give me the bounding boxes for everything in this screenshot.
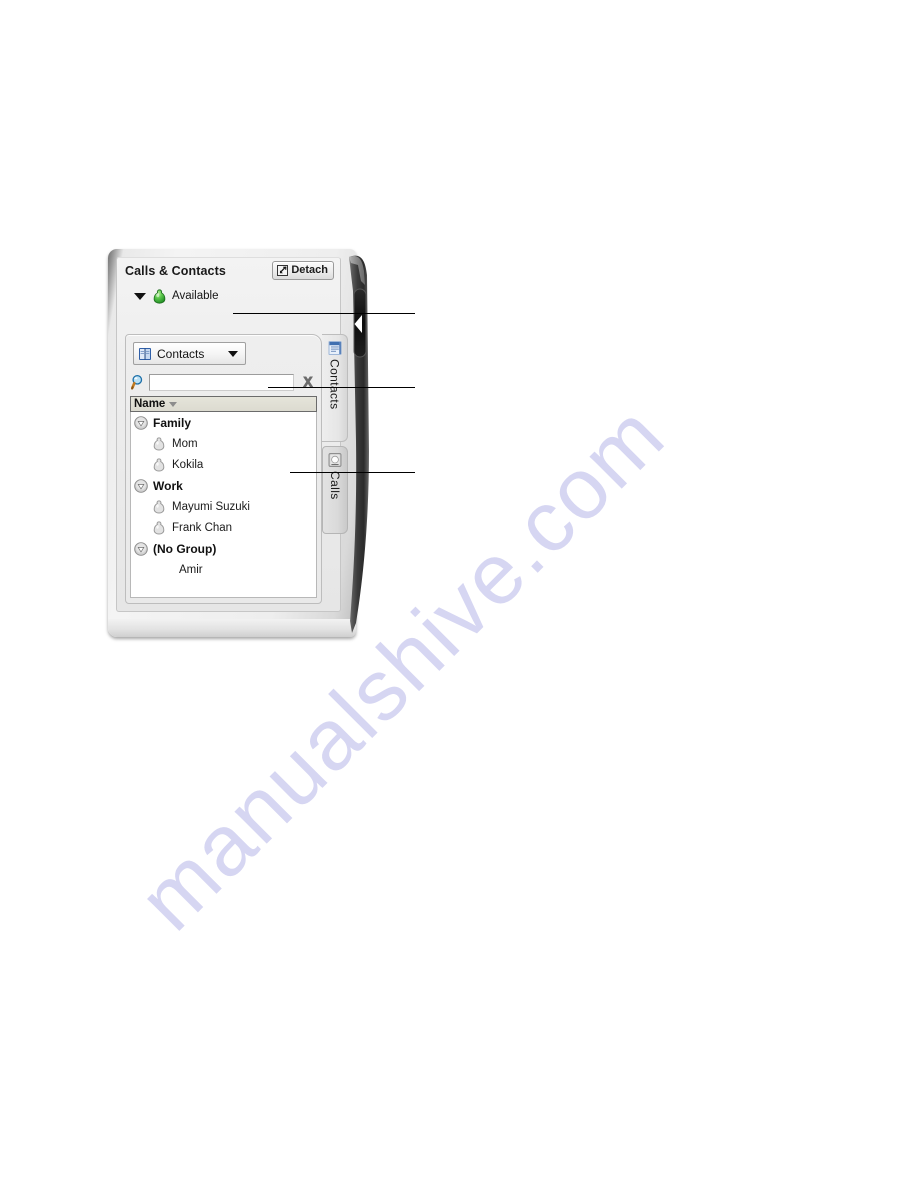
window-title-bar: Calls & Contacts Detach [117,258,340,288]
contact-person-icon [153,499,165,514]
group-label: Family [153,415,192,430]
contacts-tab-panel: Contacts Name Family Mom Kokila Work May… [125,334,322,604]
presence-label: Available [172,290,219,302]
calls-tab-icon [328,453,342,467]
column-header-name: Name [134,398,166,410]
contact-person-icon [153,457,165,472]
contact-name: Mom [172,437,198,450]
contact-name: Kokila [172,458,204,471]
contact-person-icon [153,520,165,535]
contacts-list[interactable]: Family Mom Kokila Work Mayumi Suzuki Fra… [130,412,317,598]
caret-down-icon[interactable] [134,292,146,300]
chevron-down-icon[interactable] [228,350,238,357]
detach-button[interactable]: Detach [272,261,334,280]
search-row [130,371,319,393]
tab-contacts[interactable]: Contacts [322,334,348,442]
tab-calls-label: Calls [328,471,342,500]
list-item[interactable]: Frank Chan [131,517,316,538]
list-group-row[interactable]: Work [131,475,316,496]
contact-source-label: Contacts [157,346,205,361]
group-label: Work [153,478,183,493]
magnifier-icon [131,374,143,390]
clear-x-icon[interactable] [300,374,316,390]
list-column-header[interactable]: Name [130,396,317,412]
sort-descending-icon [169,401,178,407]
contact-person-icon [153,436,165,451]
collapse-arrow-icon[interactable] [134,415,148,430]
list-group-row[interactable]: Family [131,412,316,433]
search-input[interactable] [149,373,294,391]
detach-label: Detach [291,264,328,276]
calls-contacts-window: Calls & Contacts Detach Available Contac… [116,257,348,612]
collapse-arrow-icon[interactable] [134,478,148,493]
vertical-tab-strip: Contacts Calls [322,334,350,534]
group-label: (No Group) [153,541,217,556]
address-book-icon [139,347,151,360]
presence-available-icon [153,288,166,304]
detach-arrow-icon [277,265,289,276]
list-item[interactable]: Amir [131,559,316,580]
collapse-arrow-icon[interactable] [134,541,148,556]
tab-contacts-label: Contacts [327,359,342,410]
contact-source-dropdown[interactable]: Contacts [133,342,246,365]
contact-name: Frank Chan [172,521,233,534]
list-item[interactable]: Mom [131,433,316,454]
handheld-device: Calls & Contacts Detach Available Contac… [108,249,373,639]
list-item[interactable]: Mayumi Suzuki [131,496,316,517]
contacts-tab-icon [328,341,341,355]
list-item[interactable]: Kokila [131,454,316,475]
tab-calls[interactable]: Calls [322,446,348,534]
page-title: Calls & Contacts [125,264,226,278]
presence-row[interactable]: Available [117,285,340,307]
contact-name: Mayumi Suzuki [172,500,250,513]
contact-name: Amir [179,563,203,576]
list-group-row[interactable]: (No Group) [131,538,316,559]
